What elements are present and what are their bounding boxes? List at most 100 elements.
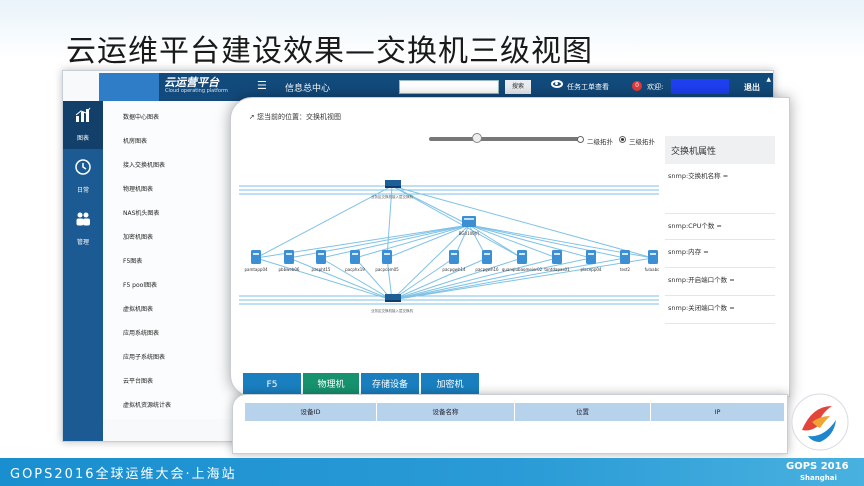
menu-icon[interactable]: ☰ [257, 79, 267, 92]
property-row: snmp:开启端口个数 = [665, 270, 775, 296]
sidebar: 图表 日常 管理 [63, 101, 103, 441]
notification-badge[interactable]: 0 [632, 81, 642, 91]
submenu-item[interactable]: 物理机图表 [123, 184, 153, 193]
topology-graph[interactable]: 业务区交换机接入层交换机 BG0100(f) 业务区交换机接入层交换机 pamt… [239, 150, 659, 380]
server-icon-detail [384, 253, 390, 255]
submenu-item[interactable]: 虚拟机资源统计表 [123, 400, 171, 409]
bottom-switch-icon[interactable] [385, 294, 401, 302]
server-icon [552, 250, 562, 264]
column-header-ip[interactable]: IP [651, 403, 785, 421]
submenu-item[interactable]: 数据中心图表 [123, 112, 159, 121]
column-header-device-id[interactable]: 设备ID [245, 403, 377, 421]
property-row: snmp:CPU个数 = [665, 216, 775, 240]
server-node[interactable]: fulaabcs [645, 250, 659, 272]
server-node[interactable]: pacpgwh16 [475, 250, 499, 272]
center-switch-label: BG0100(f) [459, 231, 480, 236]
submenu-item[interactable]: 虚拟机图表 [123, 304, 153, 313]
server-node[interactable]: placepp04 [581, 250, 602, 272]
scroll-up-icon[interactable]: ▲ [766, 76, 771, 83]
submenu-item[interactable]: F5图表 [123, 256, 142, 265]
user-name-box[interactable] [671, 79, 729, 94]
users-icon [76, 212, 90, 226]
server-label: pbbweb06 [279, 267, 300, 272]
gops-logo-city: Shanghai [800, 474, 837, 482]
server-icon [482, 250, 492, 264]
column-header-device-name[interactable]: 设备名称 [377, 403, 515, 421]
server-node[interactable]: tontdapas01 [544, 250, 570, 272]
server-icon-detail [352, 253, 358, 255]
footer-text: GOPS2016全球运维大会·上海站 [10, 467, 237, 482]
welcome-text: 欢迎: [647, 83, 664, 91]
eye-icon[interactable] [551, 80, 563, 88]
submenu-item[interactable]: 机房图表 [123, 136, 147, 145]
radio-level2-label: 二级拓扑 [587, 138, 613, 146]
server-label: pacpgwh16 [475, 267, 499, 272]
server-icon-detail [554, 253, 560, 255]
server-icon [517, 250, 527, 264]
sidebar-tab-label: 图表 [76, 135, 89, 142]
server-node[interactable]: pacpcom05 [375, 250, 399, 272]
search-button[interactable]: 搜索 [505, 80, 531, 94]
server-icon-detail [588, 253, 594, 255]
zoom-slider-track[interactable] [429, 137, 579, 141]
bottom-switch-caption: 业务区交换机接入层交换机 [371, 308, 413, 313]
server-icon-detail [519, 253, 525, 255]
column-header-location[interactable]: 位置 [515, 403, 651, 421]
server-icon [449, 250, 459, 264]
sidebar-tab-manage[interactable]: 管理 [63, 205, 103, 253]
server-label: pacphx19 [345, 267, 365, 272]
logout-button[interactable]: 退出 [744, 82, 760, 93]
server-icon [251, 250, 261, 264]
server-node[interactable]: pacpgwh14 [442, 250, 466, 272]
server-icon [648, 250, 658, 264]
server-label: quanqiubaomeier02 [502, 267, 543, 272]
slide-footer: GOPS2016全球运维大会·上海站 [0, 458, 864, 486]
slide-title: 云运维平台建设效果—交换机三级视图 [66, 34, 593, 69]
server-label: pamtapp04 [244, 267, 268, 272]
zoom-slider-handle[interactable] [472, 133, 482, 143]
property-row: snmp:关闭端口个数 = [665, 298, 775, 324]
server-node[interactable]: quanqiubaomeier02 [502, 250, 543, 272]
sidebar-tab-charts[interactable]: 图表 [63, 101, 103, 149]
radio-level2[interactable] [577, 136, 584, 143]
task-order-link[interactable]: 任务工单查看 [567, 82, 609, 92]
breadcrumb-text: 您当前的位置：交换机视图 [257, 113, 341, 121]
sidebar-tab-daily[interactable]: 日常 [63, 153, 103, 201]
table-header-row: 设备ID 设备名称 位置 IP [245, 403, 785, 421]
server-label: pacpht15 [312, 267, 331, 272]
topology-panel: ➚ 您当前的位置：交换机视图 二级拓扑 三级拓扑 业务区交换机接入层交换机 BG… [230, 97, 790, 397]
logo-subtitle: Cloud operating platform [165, 88, 228, 94]
breadcrumb-arrow-icon: ➚ [249, 113, 255, 121]
server-icon [586, 250, 596, 264]
submenu: 数据中心图表 机房图表 接入交换机图表 物理机图表 NAS机头图表 加密机图表 … [103, 101, 243, 419]
top-switch-caption: 业务区交换机接入层交换机 [371, 194, 413, 199]
server-node[interactable]: test2 [620, 250, 631, 272]
topology-links [239, 185, 659, 305]
server-label: pacpcom05 [375, 267, 399, 272]
submenu-item[interactable]: 加密机图表 [123, 232, 153, 241]
clock-icon [75, 159, 91, 175]
submenu-item[interactable]: 接入交换机图表 [123, 160, 165, 169]
info-center-title: 信息总中心 [285, 84, 331, 94]
center-switch-icon[interactable] [462, 216, 476, 227]
server-label: test2 [620, 267, 631, 272]
radio-level3[interactable] [619, 136, 626, 143]
submenu-item[interactable]: 应用子系统图表 [123, 352, 165, 361]
server-node[interactable]: pacphx19 [345, 250, 365, 272]
search-input[interactable] [399, 80, 499, 94]
server-label: placepp04 [581, 267, 602, 272]
server-icon-detail [286, 253, 292, 255]
device-table: 设备ID 设备名称 位置 IP [232, 394, 788, 454]
breadcrumb: ➚ 您当前的位置：交换机视图 [249, 112, 341, 122]
submenu-item[interactable]: 应用系统图表 [123, 328, 159, 337]
submenu-item[interactable]: F5 pool图表 [123, 280, 157, 289]
logo-badge [99, 73, 159, 101]
server-icon-detail [451, 253, 457, 255]
submenu-item[interactable]: NAS机头图表 [123, 208, 159, 217]
server-label: pacpgwh14 [442, 267, 466, 272]
sidebar-tab-label: 日常 [76, 187, 89, 194]
server-icon-detail [650, 253, 656, 255]
sidebar-tab-label: 管理 [76, 239, 89, 246]
top-switch-icon[interactable] [385, 180, 401, 188]
submenu-item[interactable]: 云平台图表 [123, 376, 153, 385]
